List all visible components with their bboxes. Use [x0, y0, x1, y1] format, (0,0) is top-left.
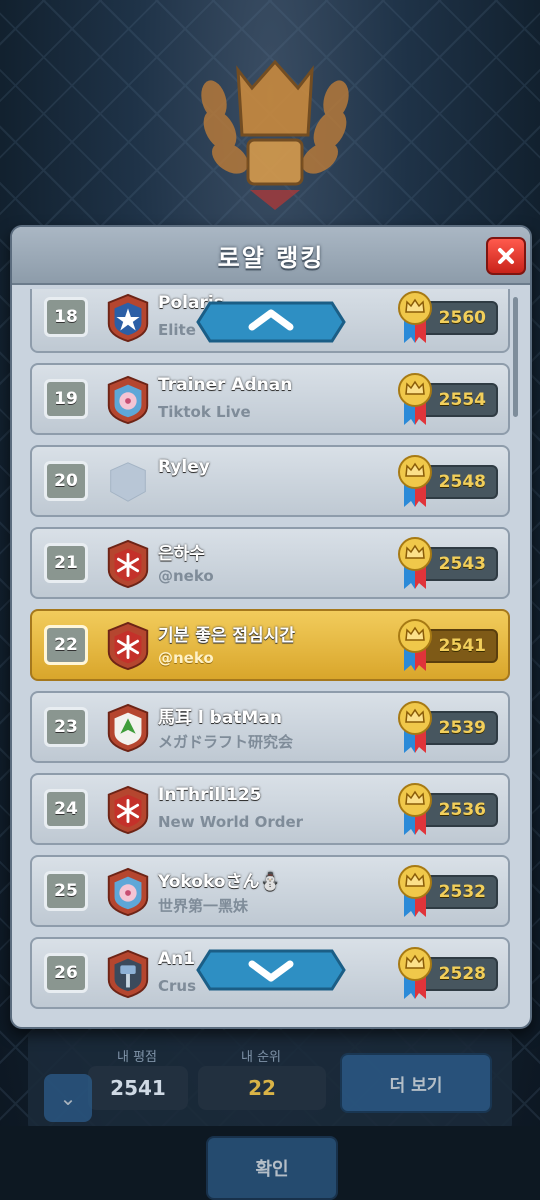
ranking-row[interactable]: 23 馬耳 l batMan メガドラフト研究会 2539	[30, 691, 510, 763]
my-score-value: 2541	[88, 1066, 188, 1110]
rank-number: 21	[44, 543, 88, 583]
rank-number: 19	[44, 379, 88, 419]
player-name: 기분 좋은 점심시간	[158, 626, 295, 646]
clan-badge-icon	[107, 949, 149, 999]
clan-name: @neko	[158, 649, 214, 667]
clan-badge-icon	[110, 462, 146, 502]
trophy-medal-icon	[398, 865, 432, 917]
my-rank-value: 22	[198, 1066, 326, 1110]
rank-number: 24	[44, 789, 88, 829]
ranking-row-current-player[interactable]: 22 기분 좋은 점심시간 @neko 2541	[30, 609, 510, 681]
ranking-row[interactable]: 20 Ryley 2548	[30, 445, 510, 517]
royal-ranking-modal: 로얄 랭킹 18 Polaris Elite 2560 19 Trainer Adnan T…	[10, 225, 532, 1029]
player-name: Trainer Adnan	[158, 375, 293, 395]
player-name: 은하수	[158, 544, 205, 564]
rank-number: 20	[44, 461, 88, 501]
ranking-trophy-icon	[201, 59, 349, 210]
modal-header: 로얄 랭킹	[12, 227, 530, 285]
rank-number: 18	[44, 297, 88, 337]
rank-number: 26	[44, 953, 88, 993]
trophy-medal-icon	[398, 701, 432, 753]
trophy-medal-icon	[398, 783, 432, 835]
player-name: An1	[158, 949, 196, 969]
clan-name: New World Order	[158, 813, 304, 831]
clan-badge-icon	[107, 539, 149, 589]
rank-number: 22	[44, 625, 88, 665]
more-button[interactable]: 더 보기	[340, 1053, 492, 1113]
my-rank-label: 내 순위	[240, 1050, 281, 1065]
player-name: Yokokoさん⛄	[158, 872, 281, 892]
clan-badge-icon	[107, 703, 149, 753]
ranking-row[interactable]: 24 InThrill125 New World Order 2536	[30, 773, 510, 845]
player-name: 馬耳 l batMan	[158, 708, 282, 728]
clan-name: Elite	[158, 321, 196, 339]
ranking-row[interactable]: 21 은하수 @neko 2543	[30, 527, 510, 599]
clan-badge-icon	[107, 293, 149, 343]
close-icon	[498, 248, 514, 264]
collapse-button[interactable]: ⌄	[44, 1074, 92, 1122]
chevron-up-icon	[196, 301, 346, 343]
player-name: InThrill125	[158, 785, 262, 805]
rank-number: 23	[44, 707, 88, 747]
list-scrollbar[interactable]	[513, 297, 518, 417]
rank-number: 25	[44, 871, 88, 911]
my-score-label: 내 평점	[116, 1050, 157, 1065]
clan-name: メガドラフト研究会	[158, 733, 294, 751]
ranking-row[interactable]: 19 Trainer Adnan Tiktok Live 2554	[30, 363, 510, 435]
player-name: Ryley	[158, 457, 210, 477]
ranking-row[interactable]: 25 Yokokoさん⛄ 世界第一黑妹 2532	[30, 855, 510, 927]
scroll-down-button[interactable]	[196, 947, 346, 993]
ranking-list[interactable]: 18 Polaris Elite 2560 19 Trainer Adnan Tiktok …	[30, 289, 510, 1009]
trophy-medal-icon	[398, 619, 432, 671]
clan-badge-icon	[107, 621, 149, 671]
trophy-medal-icon	[398, 537, 432, 589]
clan-name: 世界第一黑妹	[158, 897, 249, 915]
trophy-medal-icon	[398, 455, 432, 507]
chevron-down-icon	[196, 949, 346, 991]
clan-name: Tiktok Live	[158, 403, 251, 421]
clan-badge-icon	[107, 375, 149, 425]
trophy-medal-icon	[398, 291, 432, 343]
clan-badge-icon	[107, 867, 149, 917]
clan-name: @neko	[158, 567, 214, 585]
clan-badge-icon	[107, 785, 149, 835]
confirm-button[interactable]: 확인	[206, 1136, 338, 1200]
modal-title: 로얄 랭킹	[217, 243, 325, 272]
scroll-up-button[interactable]	[196, 299, 346, 345]
clan-name: Crus	[158, 977, 197, 995]
trophy-medal-icon	[398, 373, 432, 425]
close-button[interactable]	[486, 237, 526, 275]
trophy-medal-icon	[398, 947, 432, 999]
